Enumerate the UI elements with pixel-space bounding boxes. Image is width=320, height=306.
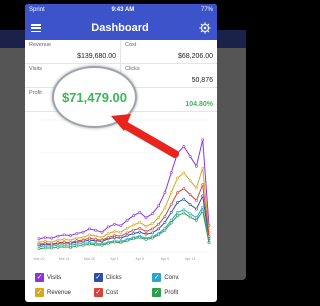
red-arrow-icon (111, 114, 179, 158)
phone-screen: Sprint 9:43 AM 77% Dashboard Revenue $13… (25, 4, 217, 302)
